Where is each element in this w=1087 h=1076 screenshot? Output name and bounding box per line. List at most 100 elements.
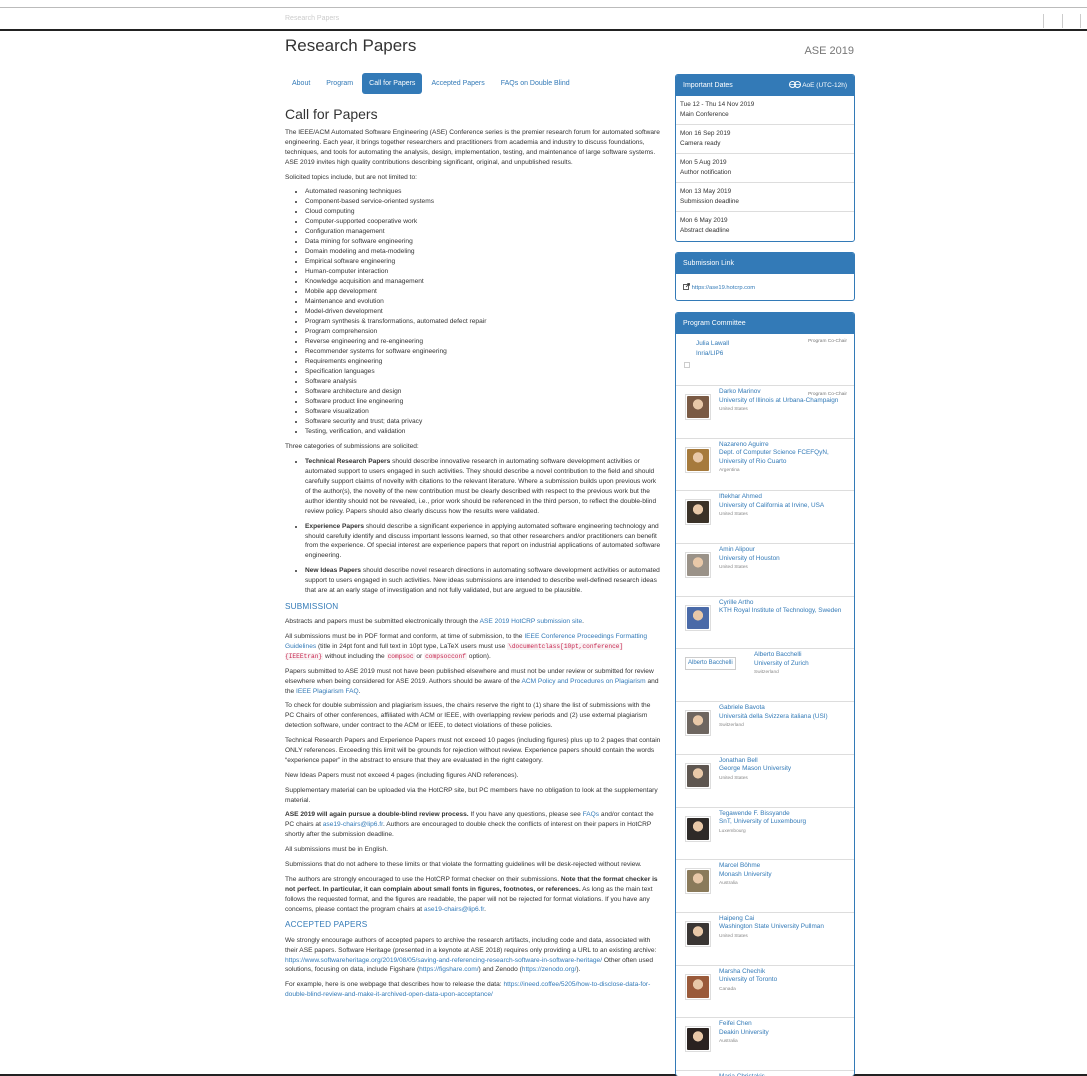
member-country: United States [719,512,748,518]
tab-about[interactable]: About [285,73,317,94]
topic-item: Testing, verification, and validation [305,427,661,437]
pc-member[interactable]: Alberto Bacchelli Alberto Bacchelli Univer… [676,649,854,703]
member-name[interactable]: Iftekhar Ahmed [719,493,851,502]
page-title: Research Papers [285,36,417,55]
tab-accepted-papers[interactable]: Accepted Papers [424,73,491,94]
pc-member[interactable]: Tegawende F. Bissyande SnT, University of… [676,808,854,861]
member-country: United States [719,565,748,571]
tab-program[interactable]: Program [319,73,360,94]
member-name[interactable]: Amin Alipour [719,546,851,555]
member-info: Feifei Chen Deakin University Australia [719,1020,851,1047]
date-label: Submission deadline [680,198,739,205]
category-item: Technical Research Papers should describ… [305,457,661,516]
member-affiliation[interactable]: Deakin University [719,1029,851,1038]
member-affiliation[interactable]: SnT, University of Luxembourg [719,818,851,827]
member-affiliation[interactable]: University of Houston [719,555,851,564]
pc-member[interactable]: Maria ChristakisMPI-SWSGermany [676,1071,854,1076]
zenodo-link[interactable]: https://zenodo.org/ [522,966,577,973]
member-name[interactable]: Gabriele Bavota [719,704,851,713]
member-country: Australia [719,1039,738,1045]
topic-item: Component-based service-oriented systems [305,197,661,207]
ieee-plagiarism-faq-link[interactable]: IEEE Plagiarism FAQ [296,688,359,695]
faqs-link[interactable]: FAQs [583,811,600,818]
date-row: Mon 6 May 2019 Abstract deadline [676,212,854,241]
timezone-label[interactable]: AoE (UTC-12h) [788,75,847,96]
member-name[interactable]: Alberto Bacchelli [754,651,854,660]
new-ideas-limit-paragraph: New Ideas Papers must not exceed 4 pages… [285,771,519,779]
pc-member[interactable]: Julia Lawall Inria/LIP6 Program Co-Chair [676,334,854,386]
panel-header: Important Dates AoE (UTC-12h) [676,75,854,96]
member-name[interactable]: Marcel Böhme [719,862,851,871]
topic-item: Program synthesis & transformations, aut… [305,317,661,327]
text: If you have any questions, please see [468,811,583,819]
member-photo [685,394,711,420]
member-name[interactable]: Jonathan Bell [719,757,851,766]
pc-member[interactable]: Amin Alipour University of Houston United … [676,544,854,597]
conference-name: ASE 2019 [804,45,854,57]
member-affiliation[interactable]: Università della Svizzera italiana (USI) [719,713,851,722]
topic-item: Empirical software engineering [305,257,661,267]
tab-faqs-double-blind[interactable]: FAQs on Double Blind [494,73,577,94]
submission-link-panel: Submission Link https://ase19.hotcrp.com [675,252,855,301]
member-affiliation[interactable]: University of California at Irvine, USA [719,502,851,511]
pc-member[interactable]: Iftekhar Ahmed University of California a… [676,491,854,545]
acm-policy-link[interactable]: ACM Policy and Procedures on Plagiarism [521,678,645,685]
member-name[interactable]: Marsha Chechik [719,968,851,977]
member-name[interactable]: Nazareno Aguirre [719,441,851,450]
topic-item: Mobile app development [305,287,661,297]
text: . [582,618,584,626]
panel-header: Program Committee [676,313,854,334]
pc-member[interactable]: Nazareno Aguirre Dept. of Computer Scienc… [676,439,854,492]
chairs-email-link[interactable]: ase19-chairs@lip6.fr [424,906,484,913]
member-country: Luxembourg [719,828,746,834]
topic-item: Data mining for software engineering [305,237,661,247]
date-row: Mon 5 Aug 2019 Author notification [676,154,854,183]
chairs-email-link[interactable]: ase19-chairs@lip6.fr [323,821,383,828]
member-affiliation[interactable]: George Mason University [719,765,851,774]
text: option). [466,652,491,660]
topic-item: Program comprehension [305,327,661,337]
member-affiliation[interactable]: Washington State University Pullman [719,923,851,932]
software-heritage-link[interactable]: https://www.softwareheritage.org/2019/08… [285,957,602,964]
hotcrp-link[interactable]: https://ase19.hotcrp.com [692,285,755,291]
hotcrp-submission-link[interactable]: ASE 2019 HotCRP submission site [480,618,583,625]
pc-member[interactable]: Marcel Böhme Monash University Australia [676,860,854,913]
pc-member[interactable]: Cyrille Artho KTH Royal Institute of Tech… [676,597,854,650]
figshare-link[interactable]: https://figshare.com/ [419,966,478,973]
member-name[interactable]: Haipeng Cai [719,915,851,924]
avatar [687,922,709,945]
member-photo [685,920,711,947]
member-affiliation[interactable]: University of Toronto [719,976,851,985]
pc-member-list: Darko Marinov University of Illinois at U… [676,386,854,1076]
pc-member[interactable]: Gabriele Bavota Università della Svizzera… [676,702,854,755]
pc-member[interactable]: Darko Marinov University of Illinois at U… [676,386,854,439]
topics-list: Automated reasoning techniquesComponent-… [305,187,661,437]
member-affiliation[interactable]: Monash University [719,871,851,880]
member-affiliation[interactable]: University of Zurich [754,660,854,669]
broken-image-icon [684,362,690,368]
member-name[interactable]: Cyrille Artho [719,599,851,608]
avatar [687,712,709,735]
panel-title: Important Dates [683,82,733,89]
date-value: Tue 12 - Thu 14 Nov 2019 [680,101,755,108]
avatar [687,817,709,840]
member-name[interactable]: Tegawende F. Bissyande [719,810,851,819]
pc-member[interactable]: Jonathan Bell George Mason University Unit… [676,755,854,808]
pc-member[interactable]: Marsha Chechik University of Toronto Canad… [676,966,854,1019]
member-affiliation[interactable]: KTH Royal Institute of Technology, Swede… [719,607,851,616]
avatar [687,764,709,787]
member-info: Alberto Bacchelli University of Zurich Swi… [754,651,854,678]
text: ). [576,966,581,974]
bold-text: ASE 2019 will again pursue a double-blin… [285,811,469,819]
tab-call-for-papers[interactable]: Call for Papers [362,73,423,94]
panel-title: Submission Link [683,260,734,267]
member-info: Marcel Böhme Monash University Australia [719,862,851,889]
page-limit-paragraph: Technical Research Papers and Experience… [285,737,661,764]
member-name[interactable]: Feifei Chen [719,1020,851,1029]
member-info: Marsha Chechik University of Toronto Canad… [719,968,851,995]
top-bar-controls[interactable] [1043,14,1081,28]
pc-member[interactable]: Feifei Chen Deakin University Australia [676,1018,854,1071]
member-affiliation[interactable]: Inria/LIP6 [696,349,847,359]
member-affiliation[interactable]: Dept. of Computer Science FCEFQyN, Unive… [719,449,851,466]
pc-member[interactable]: Haipeng Cai Washington State University P… [676,913,854,966]
